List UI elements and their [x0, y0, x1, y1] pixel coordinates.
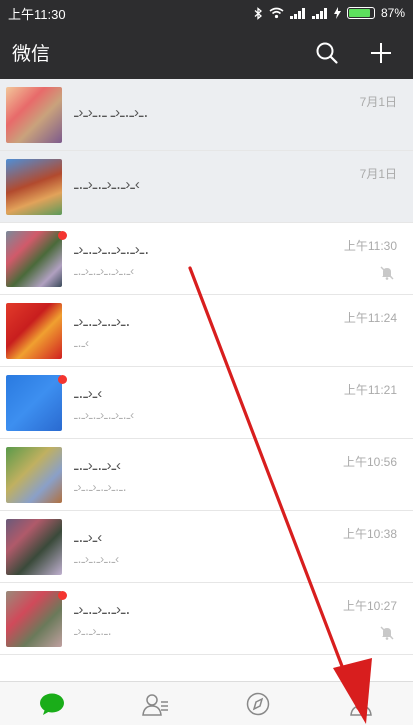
person-icon — [347, 692, 375, 721]
chat-name: ـ‹ـ․ـ‹ـ․ـ‹ـ․ـ‹ — [74, 175, 140, 193]
unread-dot — [58, 231, 67, 240]
chat-time: 上午10:27 — [342, 599, 397, 613]
chat-name: ـ‹ـ․ـ‹ـ ـ․ـ‹ـ‹ـ․ — [74, 103, 149, 121]
avatar[interactable] — [6, 230, 62, 287]
chat-row[interactable]: ـ‹ـ․ـ‹ـ ـ․ـ‹ـ‹ـ․ 7月1日 — [0, 79, 413, 151]
bluetooth-icon — [254, 6, 262, 20]
chat-time: 上午11:30 — [343, 239, 397, 253]
chat-time: 7月1日 — [359, 167, 397, 181]
avatar[interactable] — [6, 374, 62, 431]
avatar[interactable] — [6, 518, 62, 575]
chat-time: 上午11:24 — [343, 311, 397, 325]
chat-name: ـ‹ـ․ـ‹ — [74, 528, 103, 546]
status-bar: 上午11:30 87% — [0, 0, 413, 26]
chat-preview: ـ․ـ‹ـ․ـ‹ـ․ـ‹ـ․ـ‹ — [74, 407, 135, 422]
chat-time: 上午11:21 — [343, 383, 397, 397]
chat-row[interactable]: ـ‹ـ․ـ‹ـ․ـ‹ـ․ـ‹ 7月1日 — [0, 151, 413, 223]
avatar[interactable] — [6, 590, 62, 647]
chat-row[interactable]: ـ‹ـ․ـ‹ـ․ـ‹ ـ․ـ‹ـ․ـ‹ـ․ـ‹ـ․ 上午10:56 — [0, 439, 413, 511]
battery-percent: 87% — [380, 6, 405, 20]
chat-time: 上午10:38 — [342, 527, 397, 541]
signal-icon — [289, 7, 305, 19]
mute-icon — [380, 626, 394, 640]
status-icons: 87% — [254, 6, 405, 20]
tab-me[interactable] — [310, 682, 413, 725]
avatar[interactable] — [6, 446, 62, 503]
chat-preview: ـ․ـ‹ — [74, 335, 90, 350]
signal-icon-2 — [311, 7, 327, 19]
chat-time: 7月1日 — [359, 95, 397, 109]
battery-icon — [346, 7, 375, 19]
search-button[interactable] — [307, 33, 347, 73]
chat-row[interactable]: ـ‹ـ․ـ‹ـ․ـ‹ـ․ ـ․ـ‹ 上午11:24 — [0, 295, 413, 367]
chat-row[interactable]: ـ‹ـ․ـ‹ ـ․ـ‹ـ․ـ‹ـ․ـ‹ 上午10:38 — [0, 511, 413, 583]
chat-list[interactable]: ـ‹ـ․ـ‹ـ ـ․ـ‹ـ‹ـ․ 7月1日 ـ‹ـ․ـ‹ـ․ـ‹ـ․ـ‹ 7月1… — [0, 79, 413, 681]
wifi-icon — [269, 7, 284, 19]
chat-row[interactable]: ـ‹ـ․ـ‹ـ․ـ‹ـ․ـ‹ـ․ ـ․ـ‹ـ․ـ‹ـ․ـ‹ـ․ـ‹ 上午11:3… — [0, 223, 413, 295]
avatar[interactable] — [6, 158, 62, 215]
chat-preview: ـ․ـ‹ـ․ـ‹ـ․ـ‹ـ․ — [74, 479, 127, 494]
chat-row[interactable]: ـ‹ـ․ـ‹ ـ․ـ‹ـ․ـ‹ـ․ـ‹ـ․ـ‹ 上午11:21 — [0, 367, 413, 439]
chat-name: ـ‹ـ․ـ‹ — [74, 384, 103, 402]
chat-preview: ـ․ـ‹ـ․ـ‹ـ․ـ‹ — [74, 551, 120, 566]
plus-icon — [371, 42, 391, 63]
tab-chats[interactable] — [0, 682, 103, 725]
chat-preview: ـ․ـ‹ـ․ـ‹ـ․ — [74, 623, 112, 638]
app-header: 微信 — [0, 26, 413, 79]
contacts-icon — [141, 692, 169, 721]
chat-name: ـ‹ـ․ـ‹ـ․ـ‹ — [74, 456, 121, 474]
mute-icon — [380, 266, 394, 280]
unread-dot — [58, 591, 67, 600]
charging-icon — [333, 7, 341, 19]
avatar[interactable] — [6, 86, 62, 143]
tab-bar — [0, 681, 413, 725]
chat-time: 上午10:56 — [342, 455, 397, 469]
tab-discover[interactable] — [207, 682, 310, 725]
page-title: 微信 — [12, 44, 51, 65]
chat-preview: ـ․ـ‹ـ․ـ‹ـ․ـ‹ـ․ـ‹ — [74, 263, 135, 278]
status-time: 上午11:30 — [8, 6, 66, 22]
chat-name: ـ‹ـ․ـ‹ـ․ـ‹ـ․ — [74, 312, 131, 330]
search-icon — [316, 42, 338, 64]
unread-dot — [58, 375, 67, 384]
chat-name: ـ‹ـ․ـ‹ـ․ـ‹ـ․ — [74, 600, 131, 618]
avatar[interactable] — [6, 302, 62, 359]
chat-row[interactable]: ـ‹ـ․ـ‹ـ․ـ‹ـ․ ـ․ـ‹ـ․ـ‹ـ․ 上午10:27 — [0, 583, 413, 655]
compass-icon — [244, 692, 272, 721]
add-button[interactable] — [361, 33, 401, 73]
chat-name: ـ‹ـ․ـ‹ـ․ـ‹ـ․ـ‹ـ․ — [74, 240, 150, 258]
tab-contacts[interactable] — [103, 682, 206, 725]
chat-bubble-icon — [38, 692, 66, 721]
